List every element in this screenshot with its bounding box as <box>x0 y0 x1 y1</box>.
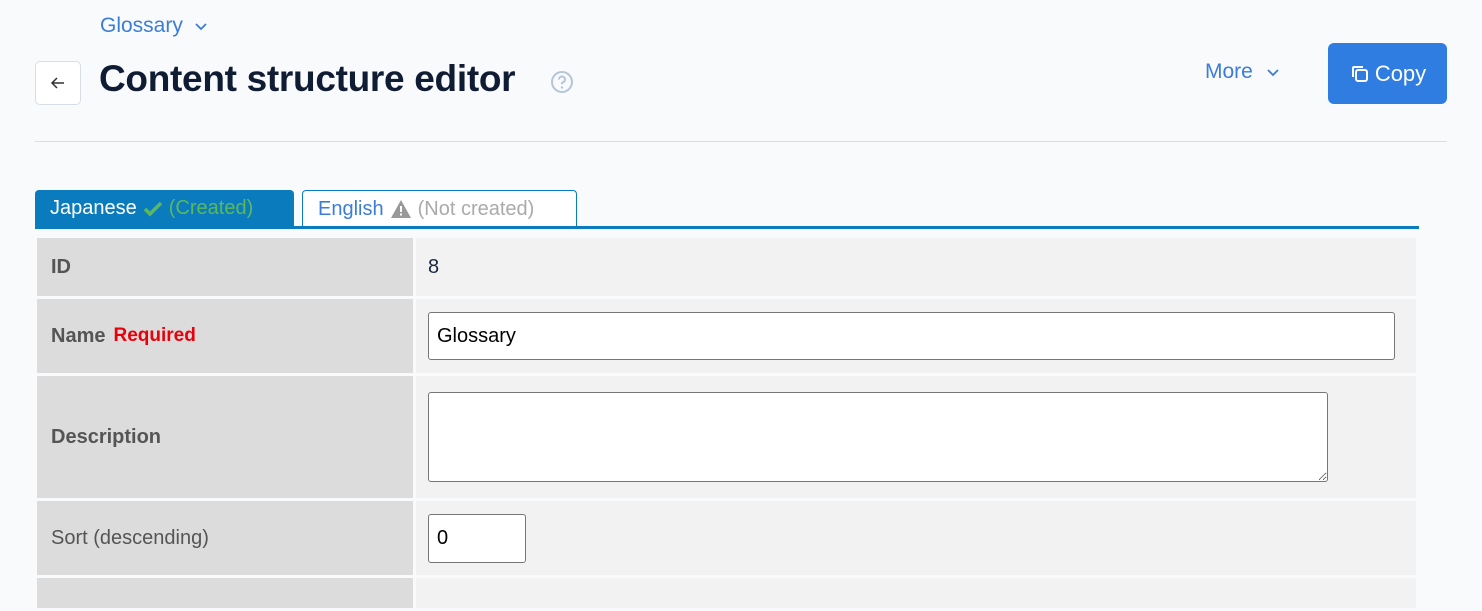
form-row-name: Name Required <box>37 299 1416 373</box>
warning-icon <box>390 200 411 218</box>
tab-english[interactable]: English (Not created) <box>302 190 577 227</box>
arrow-left-icon <box>50 77 64 89</box>
structure-form: ID 8 Name Required Description Sort (des… <box>37 238 1416 611</box>
more-dropdown[interactable]: More <box>1205 60 1281 84</box>
field-label: Description <box>37 376 413 498</box>
required-badge: Required <box>113 325 196 346</box>
id-value: 8 <box>416 238 1416 296</box>
tab-status: (Not created) <box>417 197 535 220</box>
copy-icon <box>1351 65 1368 82</box>
back-button[interactable] <box>35 61 81 105</box>
tab-status: (Created) <box>168 197 254 219</box>
breadcrumb-label: Glossary <box>100 14 183 37</box>
form-row-id: ID 8 <box>37 238 1416 296</box>
description-textarea[interactable] <box>428 392 1328 482</box>
tab-japanese[interactable]: Japanese (Created) <box>35 190 294 227</box>
check-icon <box>143 201 162 216</box>
chevron-down-icon <box>1267 69 1279 77</box>
chevron-down-icon <box>195 23 207 31</box>
more-label: More <box>1205 60 1253 83</box>
field-label: Sort (descending) <box>37 501 413 575</box>
help-icon[interactable] <box>550 70 574 94</box>
tab-label: Japanese <box>50 197 137 219</box>
copy-label: Copy <box>1374 60 1427 86</box>
field-label: Name Required <box>37 299 413 373</box>
divider <box>35 141 1447 142</box>
form-row-sort: Sort (descending) <box>37 501 1416 575</box>
tab-underline <box>35 226 1419 229</box>
field-label: ID <box>37 238 413 296</box>
form-row-next <box>37 578 1416 608</box>
form-row-description: Description <box>37 376 1416 498</box>
name-input[interactable] <box>428 312 1395 360</box>
sort-input[interactable] <box>428 513 526 563</box>
language-tabs: Japanese (Created) English (Not created) <box>35 190 577 227</box>
breadcrumb-dropdown[interactable]: Glossary <box>100 14 209 38</box>
tab-label: English <box>318 197 384 220</box>
copy-button[interactable]: Copy <box>1328 43 1447 104</box>
page-title: Content structure editor <box>99 58 516 99</box>
